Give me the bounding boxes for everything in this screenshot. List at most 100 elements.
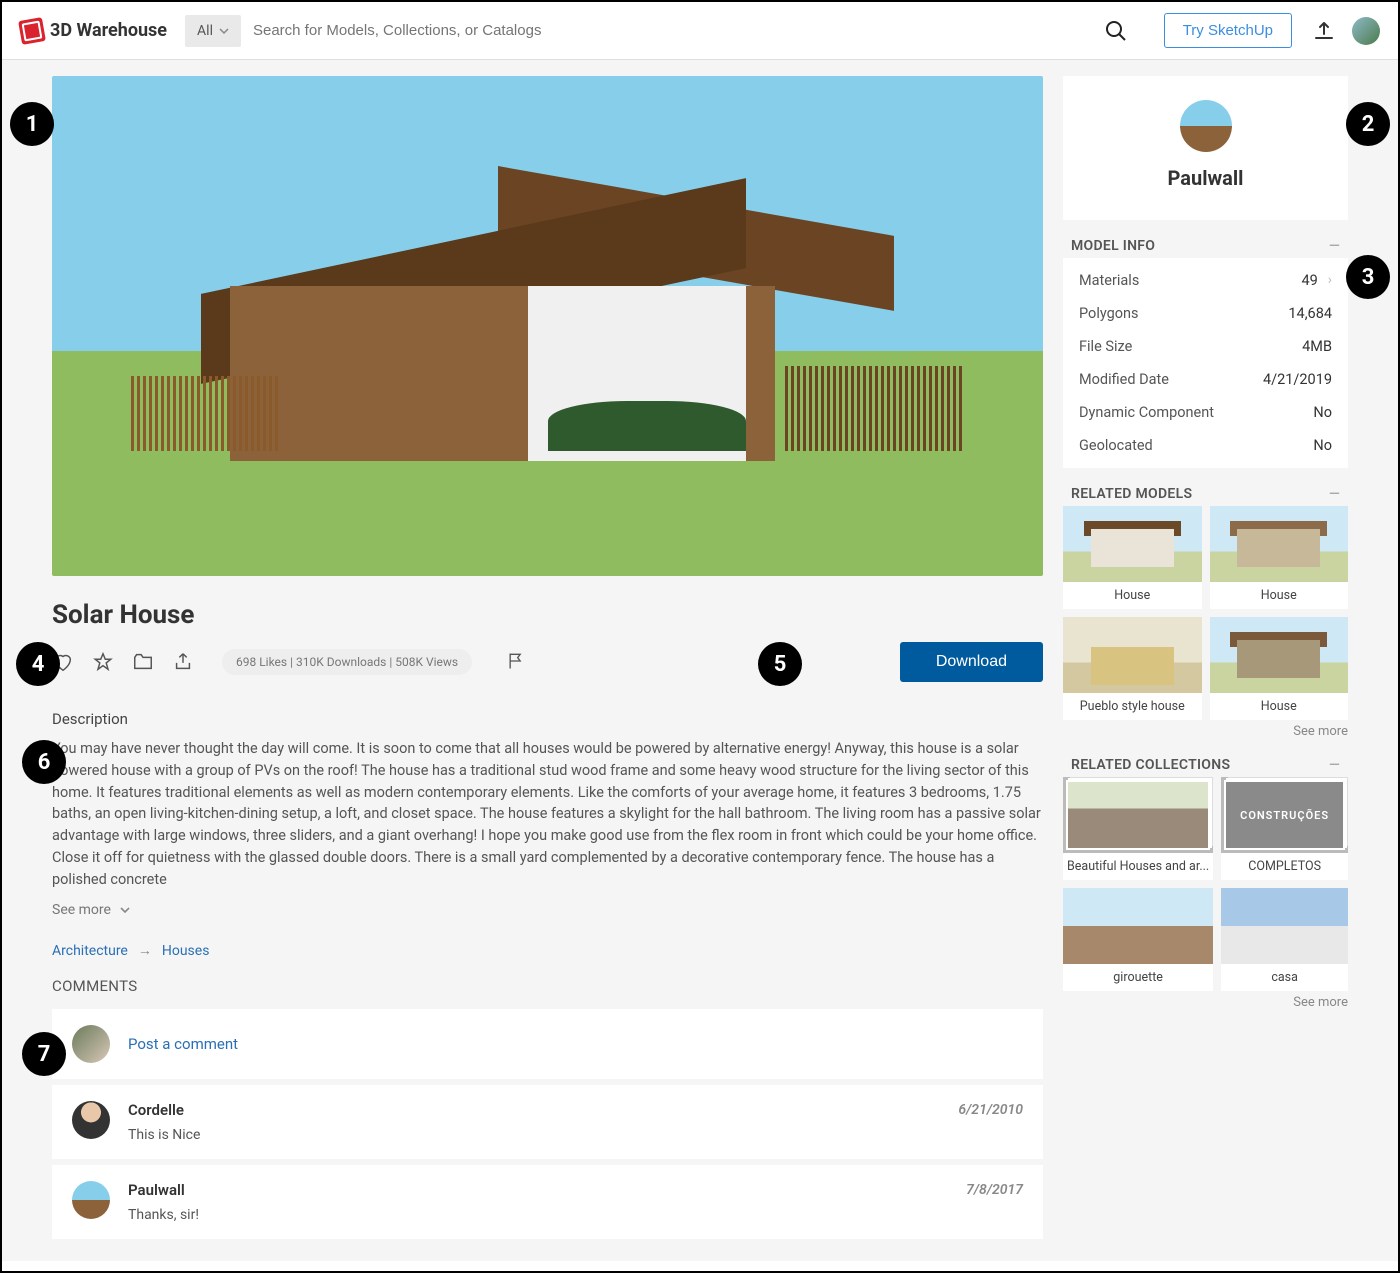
arrow-right-icon: → — [138, 942, 152, 959]
comment-author[interactable]: Cordelle — [128, 1101, 184, 1119]
callout-2: 2 — [1346, 102, 1390, 146]
info-value: No — [1313, 437, 1332, 454]
search-icon — [1104, 19, 1128, 43]
info-row-geolocated: GeolocatedNo — [1063, 429, 1348, 462]
collapse-icon: — — [1329, 486, 1340, 502]
info-label: Materials — [1079, 272, 1301, 289]
action-row: 698 Likes | 310K Downloads | 508K Views … — [52, 642, 1043, 682]
related-model-card[interactable]: House — [1210, 617, 1349, 720]
related-collections-heading: RELATED COLLECTIONS — [1071, 757, 1230, 773]
upload-icon — [1312, 20, 1336, 42]
description-text: You may have never thought the day will … — [52, 738, 1043, 890]
comment-author[interactable]: Paulwall — [128, 1181, 185, 1199]
info-row-dynamic: Dynamic ComponentNo — [1063, 396, 1348, 429]
related-collection-card[interactable]: Beautiful Houses and ar... — [1063, 777, 1213, 880]
post-comment-link[interactable]: Post a comment — [128, 1035, 238, 1053]
author-name: Paulwall — [1168, 166, 1244, 190]
related-collection-label: girouette — [1063, 964, 1213, 991]
callout-1: 1 — [10, 102, 54, 146]
comment-text: This is Nice — [128, 1127, 1023, 1143]
post-comment-box[interactable]: Post a comment — [52, 1009, 1043, 1079]
related-collections-header[interactable]: RELATED COLLECTIONS — — [1063, 753, 1348, 777]
callout-3: 3 — [1346, 255, 1390, 299]
upload-button[interactable] — [1312, 20, 1336, 42]
filter-label: All — [197, 23, 213, 39]
related-models-header[interactable]: RELATED MODELS — — [1063, 482, 1348, 506]
info-row-filesize: File Size4MB — [1063, 330, 1348, 363]
info-label: Modified Date — [1079, 371, 1263, 388]
search-input[interactable] — [249, 14, 1092, 47]
user-avatar[interactable] — [1352, 17, 1380, 45]
related-collection-label: COMPLETOS — [1221, 853, 1348, 880]
breadcrumb-leaf[interactable]: Houses — [162, 943, 210, 959]
brand-logo[interactable]: 3D Warehouse — [20, 19, 167, 43]
related-collection-card[interactable]: casa — [1221, 888, 1348, 991]
breadcrumb-root[interactable]: Architecture — [52, 943, 128, 959]
flag-icon — [506, 651, 526, 671]
share-icon — [172, 651, 194, 673]
related-model-label: Pueblo style house — [1063, 693, 1202, 720]
commenter-avatar[interactable] — [72, 1181, 110, 1219]
chevron-down-icon — [119, 904, 131, 916]
model-info-panel: Materials49› Polygons14,684 File Size4MB… — [1063, 258, 1348, 468]
model-preview-image[interactable] — [52, 76, 1043, 576]
see-more-button[interactable]: See more — [52, 902, 1043, 918]
info-row-materials[interactable]: Materials49› — [1063, 264, 1348, 297]
related-models-heading: RELATED MODELS — [1071, 486, 1192, 502]
brand-text: 3D Warehouse — [50, 20, 167, 41]
chevron-down-icon — [219, 26, 229, 36]
related-model-card[interactable]: Pueblo style house — [1063, 617, 1202, 720]
search-button[interactable] — [1092, 13, 1140, 49]
info-row-modified: Modified Date4/21/2019 — [1063, 363, 1348, 396]
info-value: 4MB — [1302, 338, 1332, 355]
info-label: Dynamic Component — [1079, 404, 1313, 421]
folder-icon — [132, 651, 154, 673]
info-row-polygons: Polygons14,684 — [1063, 297, 1348, 330]
description-heading: Description — [52, 710, 1043, 728]
author-card[interactable]: Paulwall — [1063, 76, 1348, 220]
download-button[interactable]: Download — [900, 642, 1043, 682]
favorite-button[interactable] — [92, 651, 114, 673]
info-label: File Size — [1079, 338, 1302, 355]
report-button[interactable] — [506, 651, 528, 673]
related-collection-card[interactable]: girouette — [1063, 888, 1213, 991]
star-icon — [92, 651, 114, 673]
breadcrumb: Architecture → Houses — [52, 942, 1043, 959]
model-info-header[interactable]: MODEL INFO — — [1063, 234, 1348, 258]
comment-date: 6/21/2010 — [958, 1102, 1023, 1118]
folder-button[interactable] — [132, 651, 154, 673]
callout-5: 5 — [758, 642, 802, 686]
search-filter-dropdown[interactable]: All — [185, 15, 241, 47]
related-model-label: House — [1210, 582, 1349, 609]
info-value: 4/21/2019 — [1263, 371, 1332, 388]
comment-item: Paulwall 7/8/2017 Thanks, sir! — [52, 1165, 1043, 1239]
model-title: Solar House — [52, 600, 1043, 630]
info-label: Geolocated — [1079, 437, 1313, 454]
info-value: 49 — [1301, 272, 1317, 289]
comments-heading: COMMENTS — [52, 977, 1043, 995]
related-model-label: House — [1063, 582, 1202, 609]
related-collection-label: Beautiful Houses and ar... — [1063, 853, 1213, 880]
info-value: 14,684 — [1288, 305, 1332, 322]
related-models-see-more[interactable]: See more — [1063, 724, 1348, 739]
see-more-label: See more — [52, 902, 111, 918]
related-collections-see-more[interactable]: See more — [1063, 995, 1348, 1010]
share-button[interactable] — [172, 651, 194, 673]
user-avatar-small — [72, 1025, 110, 1063]
related-collection-card[interactable]: CONSTRUÇÕESCOMPLETOS — [1221, 777, 1348, 880]
comment-item: Cordelle 6/21/2010 This is Nice — [52, 1085, 1043, 1159]
try-sketchup-button[interactable]: Try SketchUp — [1164, 13, 1292, 48]
info-label: Polygons — [1079, 305, 1288, 322]
collapse-icon: — — [1329, 238, 1340, 254]
commenter-avatar[interactable] — [72, 1101, 110, 1139]
callout-7: 7 — [22, 1032, 66, 1076]
comment-text: Thanks, sir! — [128, 1207, 1023, 1223]
comment-date: 7/8/2017 — [966, 1182, 1023, 1198]
related-model-card[interactable]: House — [1063, 506, 1202, 609]
callout-6: 6 — [22, 740, 66, 784]
top-header: 3D Warehouse All Try SketchUp — [2, 2, 1398, 60]
author-avatar — [1180, 100, 1232, 152]
related-collection-label: casa — [1221, 964, 1348, 991]
related-model-card[interactable]: House — [1210, 506, 1349, 609]
related-collections-grid: Beautiful Houses and ar... CONSTRUÇÕESCO… — [1063, 777, 1348, 991]
